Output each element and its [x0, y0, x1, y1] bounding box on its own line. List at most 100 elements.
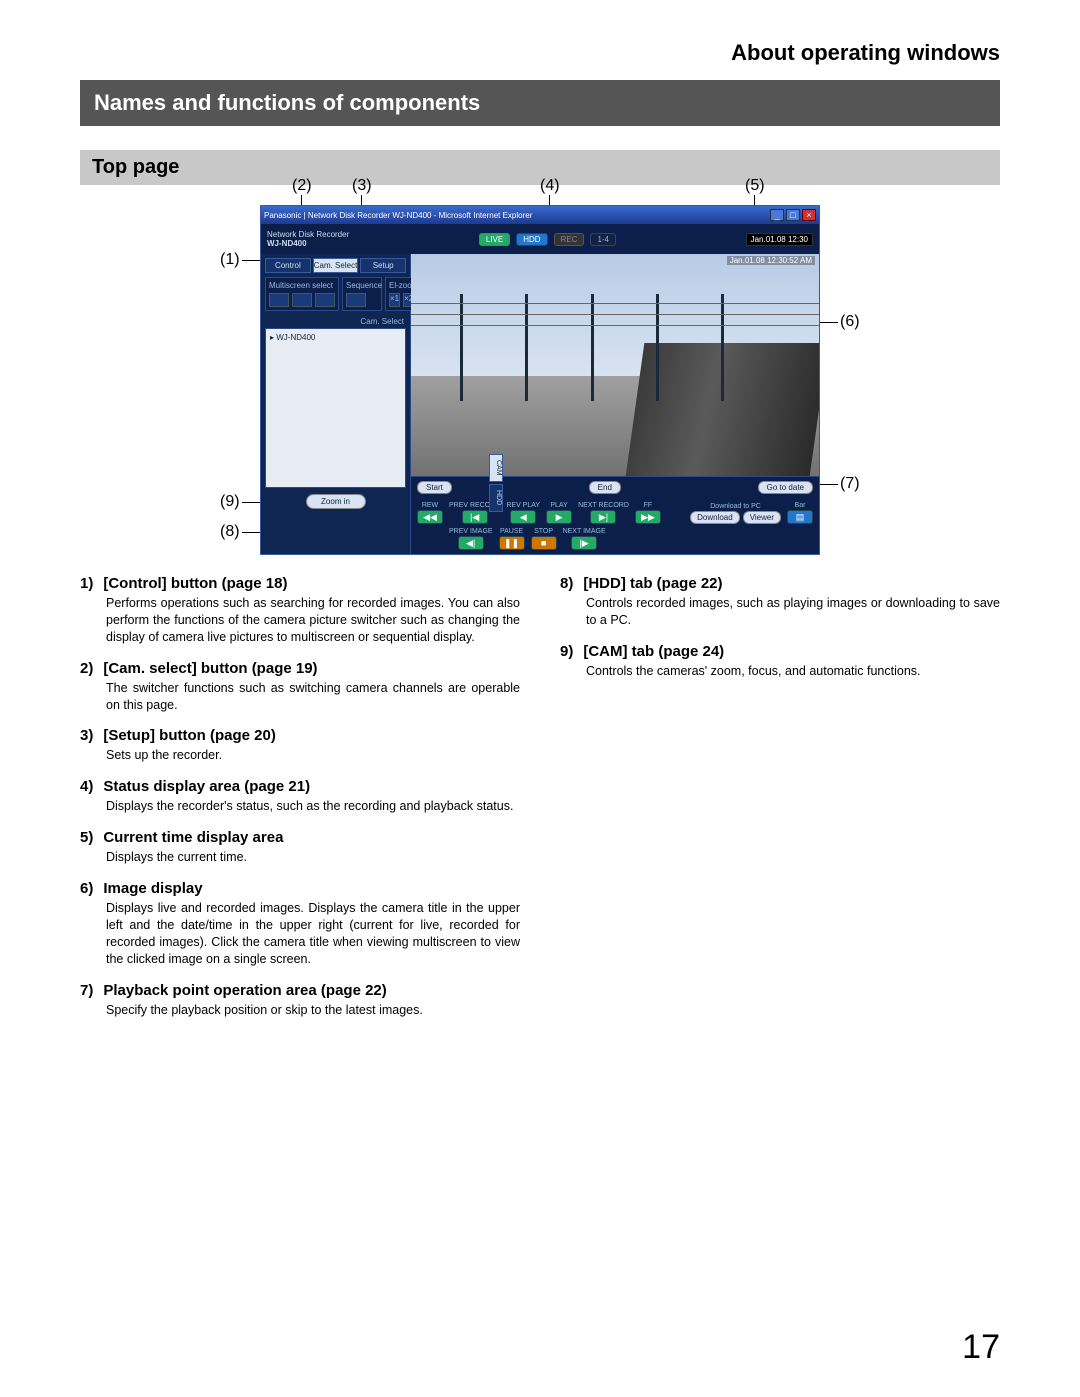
desc-item: 4)Status display area (page 21)Displays …	[80, 778, 520, 815]
rew-button[interactable]: ◀◀	[417, 510, 443, 524]
multi-tile[interactable]	[292, 293, 312, 307]
control-button[interactable]: Control	[265, 258, 311, 273]
item-title: Image display	[103, 880, 202, 897]
item-title: Playback point operation area (page 22)	[103, 982, 386, 999]
prev-record-button[interactable]: |◀	[462, 510, 488, 524]
rev-play-button[interactable]: ◀	[510, 510, 536, 524]
page-header: About operating windows	[80, 40, 1000, 66]
item-num: 2)	[80, 660, 93, 677]
desc-item: 9)[CAM] tab (page 24)Controls the camera…	[560, 643, 1000, 680]
window-max-button[interactable]: □	[786, 209, 800, 221]
play-label: PLAY	[550, 502, 567, 509]
stop-button[interactable]: ■	[531, 536, 557, 550]
desc-item: 6) Image display Displays live and recorde…	[80, 880, 520, 968]
zoom-x1[interactable]: ×1	[389, 293, 400, 307]
status-live: LIVE	[479, 233, 510, 246]
figure-wrap: (2) (3) (4) (5) (1) (9) (8) (6) (7) Pana…	[180, 205, 900, 555]
callout-9: (9)	[220, 493, 240, 511]
sequence-button[interactable]	[346, 293, 366, 307]
playback-controls-2: PREV IMAGE◀| PAUSE❚❚ STOP■ NEXT IMAGE|▶	[411, 528, 819, 554]
desc-item: 1)[Control] button (page 18)Performs ope…	[80, 575, 520, 646]
item-num: 6)	[80, 880, 93, 897]
item-title: [Setup] button (page 20)	[103, 727, 276, 744]
cam-tab[interactable]: CAM	[489, 454, 503, 482]
status-rec: REC	[554, 233, 585, 246]
brand-line2: WJ-ND400	[267, 239, 349, 248]
desc-col-right: 8) [HDD] tab (page 22) Controls recorded i…	[560, 575, 1000, 1032]
callout-7: (7)	[840, 475, 860, 493]
item-title: [HDD] tab (page 22)	[583, 575, 722, 592]
window-close-button[interactable]: ×	[802, 209, 816, 221]
goto-date-button[interactable]: Go to date	[758, 481, 813, 494]
callout-8: (8)	[220, 523, 240, 541]
item-body: Controls recorded images, such as playin…	[560, 595, 1000, 629]
item-num: 8)	[560, 575, 573, 592]
item-title: [Control] button (page 18)	[103, 575, 287, 592]
ff-button[interactable]: ▶▶	[635, 510, 661, 524]
item-body: Specify the playback position or skip to…	[80, 1002, 520, 1019]
callout-5: (5)	[745, 177, 765, 195]
setup-button[interactable]: Setup	[360, 258, 406, 273]
cam-select-button[interactable]: Cam. Select	[313, 258, 359, 273]
status-other: 1-4	[590, 233, 616, 246]
current-time-display: Jan.01.08 12:30	[746, 233, 813, 246]
item-body: Displays the recorder's status, such as …	[80, 798, 520, 815]
desc-item: 2) [Cam. select] button (page 19) The swit…	[80, 660, 520, 714]
rew-label: REW	[422, 502, 438, 509]
sequence-label: Sequence	[346, 281, 378, 290]
desc-item: 5)Current time display areaDisplays the …	[80, 829, 520, 866]
previmg-label: PREV IMAGE	[449, 528, 493, 535]
item-num: 3)	[80, 727, 93, 744]
item-num: 5)	[80, 829, 93, 846]
status-display-area: LIVE HDD REC 1-4	[479, 233, 616, 246]
item-body: Displays live and recorded images. Displ…	[80, 900, 520, 968]
callout-6: (6)	[840, 313, 860, 331]
prev-image-button[interactable]: ◀|	[458, 536, 484, 550]
play-button[interactable]: ▶	[546, 510, 572, 524]
cam-select-label: Cam. Select	[267, 317, 404, 326]
download-button[interactable]: Download	[690, 511, 740, 524]
window-titlebar: Panasonic | Network Disk Recorder WJ-ND4…	[261, 206, 819, 224]
section-title: Names and functions of components	[80, 80, 1000, 126]
next-image-button[interactable]: |▶	[571, 536, 597, 550]
pause-button[interactable]: ❚❚	[499, 536, 525, 550]
image-display[interactable]: Jan.01.08 12:30:52 AM	[411, 254, 819, 476]
item-body: Sets up the recorder.	[80, 747, 520, 764]
stop-label: STOP	[534, 528, 553, 535]
item-title: [CAM] tab (page 24)	[583, 643, 724, 660]
camera-tree[interactable]: ▸ WJ-ND400	[265, 328, 406, 488]
revplay-label: REV PLAY	[506, 502, 540, 509]
item-title: Status display area (page 21)	[103, 778, 310, 795]
app-window: Panasonic | Network Disk Recorder WJ-ND4…	[260, 205, 820, 555]
item-title: [Cam. select] button (page 19)	[103, 660, 317, 677]
item-num: 7)	[80, 982, 93, 999]
viewer-button[interactable]: Viewer	[743, 511, 781, 524]
play-end-button[interactable]: End	[589, 481, 621, 494]
playback-controls: REW◀◀ PREV RECORD|◀ REV PLAY◀ PLAY▶ NEXT…	[411, 498, 819, 528]
next-record-button[interactable]: ▶|	[590, 510, 616, 524]
item-body: Displays the current time.	[80, 849, 520, 866]
multi-tile[interactable]	[269, 293, 289, 307]
ff-label: FF	[644, 502, 653, 509]
desc-item: 8) [HDD] tab (page 22) Controls recorded i…	[560, 575, 1000, 629]
desc-item: 7) Playback point operation area (page 22…	[80, 982, 520, 1019]
item-body: The switcher functions such as switching…	[80, 680, 520, 714]
play-start-button[interactable]: Start	[417, 481, 452, 494]
callout-4: (4)	[540, 177, 560, 195]
tree-root: WJ-ND400	[276, 333, 315, 342]
desc-col-left: 1)[Control] button (page 18)Performs ope…	[80, 575, 520, 1032]
bar-toggle[interactable]: ▤	[787, 510, 813, 524]
window-title: Panasonic | Network Disk Recorder WJ-ND4…	[264, 211, 532, 220]
window-min-button[interactable]: _	[770, 209, 784, 221]
nextimg-label: NEXT IMAGE	[563, 528, 606, 535]
bar-label: Bar	[795, 502, 806, 509]
zoom-in-button[interactable]: Zoom in	[306, 494, 366, 509]
desc-item: 3) [Setup] button (page 20) Sets up the re…	[80, 727, 520, 764]
multi-tile[interactable]	[315, 293, 335, 307]
sidebar: Control Cam. Select Setup Multiscreen se…	[261, 254, 411, 554]
download-label: Download to PC	[710, 503, 761, 510]
app-header: Network Disk Recorder WJ-ND400 LIVE HDD …	[261, 224, 819, 254]
hdd-tab[interactable]: HDD	[489, 484, 503, 512]
page-number: 17	[962, 1328, 1000, 1367]
callout-1: (1)	[220, 251, 240, 269]
